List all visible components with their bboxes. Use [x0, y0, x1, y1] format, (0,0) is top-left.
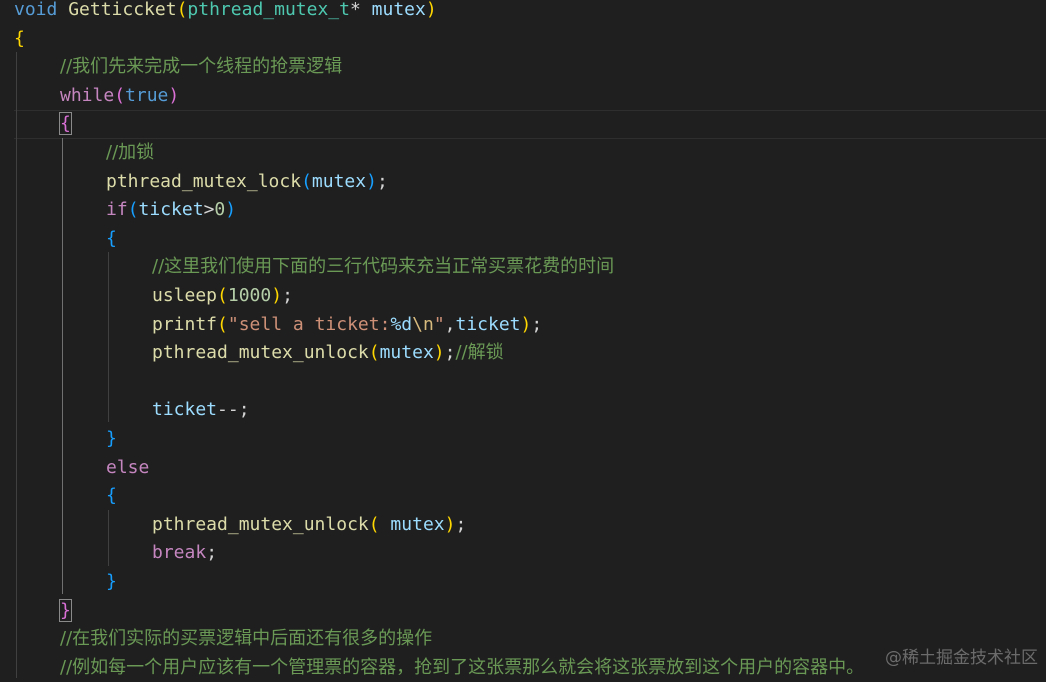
code-token: ( — [217, 285, 228, 306]
code-token: ( — [368, 342, 380, 364]
watermark: @稀土掘金技术社区 — [885, 648, 1038, 668]
code-line: { — [106, 225, 117, 253]
indent-guide — [16, 52, 17, 678]
code-token: ticket — [152, 399, 218, 421]
code-line: while(true) — [60, 82, 179, 110]
code-token: ( — [176, 0, 188, 20]
code-token: ( — [114, 84, 126, 106]
code-comment: //在我们实际的买票逻辑中后面还有很多的操作 — [60, 628, 433, 650]
code-line: usleep(1000); — [152, 282, 293, 310]
code-token: pthread_mutex_unlock — [152, 342, 369, 364]
code-token: } — [106, 428, 117, 449]
code-editor[interactable]: void Getticcket(pthread_mutex_t* mutex){… — [0, 0, 1046, 678]
code-token: } — [59, 598, 72, 622]
code-token: ticket — [138, 199, 204, 221]
code-line: { — [106, 482, 117, 510]
code-line: pthread_mutex_unlock(mutex);//解锁 — [152, 339, 504, 367]
indent-guide-active — [62, 138, 63, 594]
code-token: ) — [433, 342, 445, 364]
code-token: usleep — [152, 285, 218, 306]
code-token: * — [349, 0, 372, 20]
code-line: //这里我们使用下面的三行代码来充当正常买票花费的时间 — [152, 253, 614, 281]
code-token: mutex — [311, 170, 367, 192]
code-token: pthread_mutex_lock — [106, 170, 302, 192]
code-comment: //解锁 — [455, 342, 504, 364]
code-comment: //这里我们使用下面的三行代码来充当正常买票花费的时间 — [152, 256, 615, 278]
code-token: " — [433, 313, 445, 335]
code-token: "sell a ticket: — [227, 313, 391, 335]
code-token: { — [59, 112, 72, 136]
code-line: //我们先来完成一个线程的抢票逻辑 — [60, 53, 342, 81]
code-token: Getticcket — [68, 0, 177, 20]
code-token: 0 — [214, 199, 226, 221]
code-token: printf — [152, 313, 218, 335]
code-token: if — [106, 199, 128, 221]
code-token: ticket — [455, 313, 521, 335]
code-token: ) — [425, 0, 437, 20]
code-token: ) — [271, 285, 283, 306]
code-token: > — [203, 199, 215, 221]
code-line: void Getticcket(pthread_mutex_t* mutex) — [14, 0, 437, 24]
code-token: pthread_mutex_unlock — [152, 513, 369, 535]
code-token: else — [106, 456, 150, 478]
code-token: mutex — [379, 513, 445, 535]
code-token: ) — [444, 513, 456, 535]
code-line: //加锁 — [106, 139, 154, 167]
code-token: ( — [301, 170, 312, 192]
code-token: ) — [225, 199, 237, 221]
code-line: else — [106, 454, 149, 482]
code-line: } — [106, 425, 117, 453]
code-comment: //加锁 — [106, 142, 155, 163]
code-token: break — [152, 542, 207, 564]
code-line: break; — [152, 539, 217, 567]
indent-guide — [108, 252, 109, 422]
code-token: { — [14, 27, 25, 49]
code-token: ; — [282, 285, 293, 306]
code-token: ; — [444, 342, 456, 364]
code-line: { — [14, 25, 25, 53]
code-token: while — [60, 84, 115, 106]
code-token: ; — [376, 170, 388, 192]
code-comment: //例如每一个用户应该有一个管理票的容器，抢到了这张票那么就会将这张票放到这个用… — [60, 656, 865, 678]
code-token: pthread_mutex_t — [187, 0, 350, 20]
code-token: ( — [368, 513, 380, 535]
code-line: } — [106, 568, 117, 596]
code-token: { — [106, 485, 117, 507]
code-comment: //我们先来完成一个线程的抢票逻辑 — [60, 56, 343, 78]
current-line-highlight — [14, 110, 1046, 139]
code-token: ; — [531, 313, 543, 335]
code-token: ) — [168, 84, 180, 106]
code-token: --; — [217, 399, 250, 421]
code-token: ) — [366, 170, 377, 192]
code-token: ( — [127, 199, 139, 221]
code-token: %d — [390, 313, 413, 335]
code-token: { — [106, 227, 117, 249]
code-token: true — [125, 84, 169, 106]
code-line: { — [59, 110, 72, 138]
code-line: pthread_mutex_lock(mutex); — [106, 168, 388, 196]
code-token: } — [106, 571, 117, 592]
code-token: ) — [520, 313, 532, 335]
code-token: ; — [206, 542, 218, 564]
code-token: mutex — [371, 0, 426, 20]
code-line: ticket--; — [152, 396, 250, 424]
code-token: 1000 — [227, 285, 272, 306]
indent-guide — [108, 510, 109, 566]
code-token: void — [14, 0, 58, 20]
code-line: } — [59, 597, 72, 625]
code-token: , — [444, 313, 456, 335]
code-token: mutex — [379, 342, 434, 364]
code-token: \n — [412, 313, 434, 335]
code-line: if(ticket>0) — [106, 196, 236, 224]
code-token: ; — [455, 513, 467, 535]
code-line: pthread_mutex_unlock( mutex); — [152, 511, 466, 539]
code-line: printf("sell a ticket:%d\n",ticket); — [152, 311, 542, 339]
code-token: ( — [217, 313, 228, 335]
code-line: //在我们实际的买票逻辑中后面还有很多的操作 — [60, 625, 432, 653]
